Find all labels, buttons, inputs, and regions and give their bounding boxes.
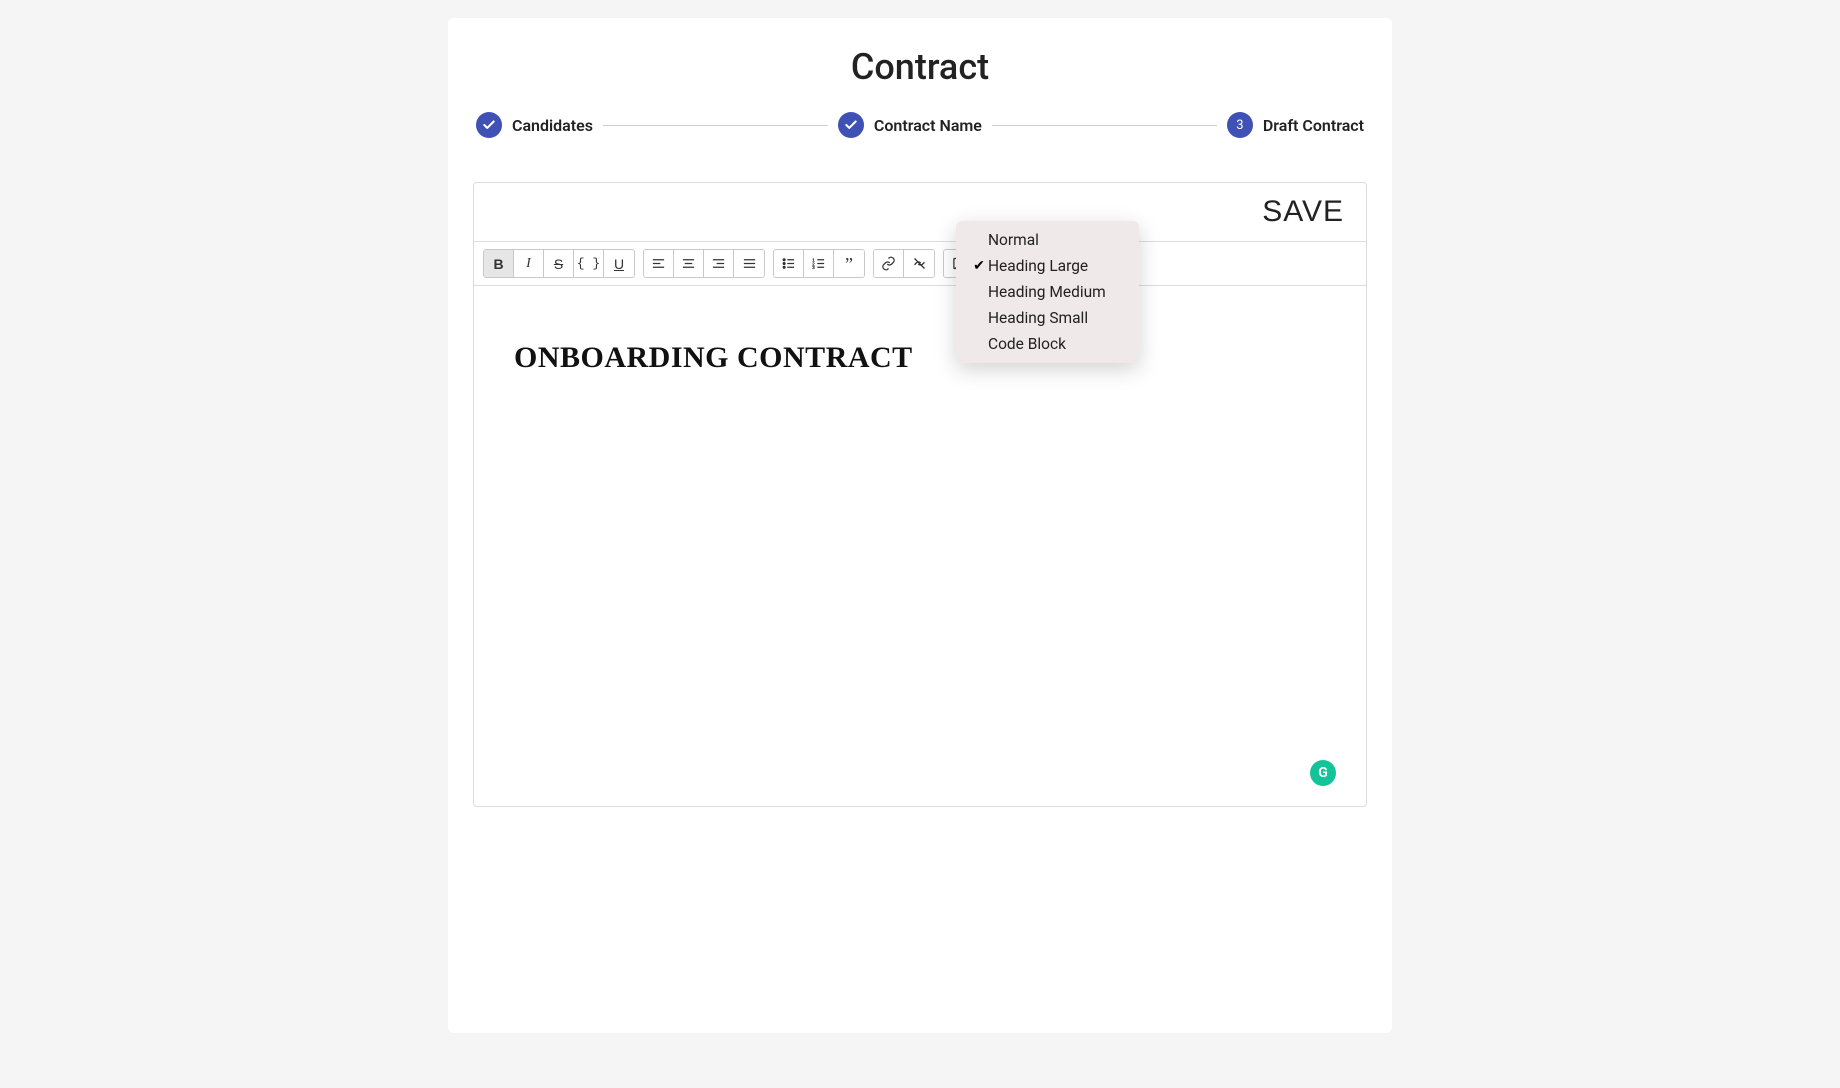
page-title: Contract: [448, 38, 1392, 112]
align-right-button[interactable]: [704, 250, 734, 277]
toolbar-group-text: B I S { } U: [483, 249, 635, 278]
toolbar-group-lists: 123 ”: [773, 249, 865, 278]
heading-option-medium[interactable]: Heading Medium: [956, 279, 1139, 305]
heading-option-code-block[interactable]: Code Block: [956, 331, 1139, 357]
grammarly-icon[interactable]: G: [1310, 760, 1336, 786]
step-connector: [992, 125, 1217, 126]
step-draft-contract[interactable]: 3 Draft Contract: [1227, 112, 1364, 138]
editor-body[interactable]: ONBOARDING CONTRACT: [474, 286, 1366, 806]
blockquote-button[interactable]: ”: [834, 250, 864, 277]
heading-option-label: Heading Medium: [988, 283, 1106, 301]
heading-option-label: Normal: [988, 231, 1039, 249]
step-candidates[interactable]: Candidates: [476, 112, 593, 138]
step-label: Candidates: [512, 116, 593, 135]
step-connector: [603, 125, 828, 126]
ordered-list-button[interactable]: 123: [804, 250, 834, 277]
step-contract-name[interactable]: Contract Name: [838, 112, 982, 138]
toolbar-group-align: [643, 249, 765, 278]
document-heading[interactable]: ONBOARDING CONTRACT: [492, 296, 1348, 375]
heading-option-label: Heading Large: [988, 257, 1088, 275]
unlink-button[interactable]: [904, 250, 934, 277]
save-button[interactable]: SAVE: [1262, 195, 1344, 229]
heading-option-large[interactable]: ✔ Heading Large: [956, 253, 1139, 279]
editor-card: SAVE B I S { } U: [473, 182, 1367, 807]
step-label: Contract Name: [874, 116, 982, 135]
svg-text:3: 3: [812, 265, 815, 270]
align-left-button[interactable]: [644, 250, 674, 277]
contract-card: Contract Candidates Contract Name 3 Draf…: [448, 18, 1392, 1033]
step-number-badge: 3: [1227, 112, 1253, 138]
heading-option-normal[interactable]: Normal: [956, 227, 1139, 253]
bullet-list-button[interactable]: [774, 250, 804, 277]
check-icon: ✔: [970, 258, 988, 274]
align-justify-button[interactable]: [734, 250, 764, 277]
check-icon: [838, 112, 864, 138]
stepper: Candidates Contract Name 3 Draft Contrac…: [448, 112, 1392, 162]
step-label: Draft Contract: [1263, 116, 1364, 135]
heading-option-label: Code Block: [988, 335, 1066, 353]
check-icon: [476, 112, 502, 138]
heading-option-label: Heading Small: [988, 309, 1088, 327]
underline-button[interactable]: U: [604, 250, 634, 277]
toolbar-group-link: [873, 249, 935, 278]
strikethrough-button[interactable]: S: [544, 250, 574, 277]
align-center-button[interactable]: [674, 250, 704, 277]
link-button[interactable]: [874, 250, 904, 277]
heading-option-small[interactable]: Heading Small: [956, 305, 1139, 331]
editor-toolbar: B I S { } U: [474, 241, 1366, 286]
heading-dropdown[interactable]: Normal ✔ Heading Large Heading Medium He…: [956, 221, 1139, 363]
save-row: SAVE: [474, 183, 1366, 241]
code-button[interactable]: { }: [574, 250, 604, 277]
bold-button[interactable]: B: [484, 250, 514, 277]
italic-button[interactable]: I: [514, 250, 544, 277]
